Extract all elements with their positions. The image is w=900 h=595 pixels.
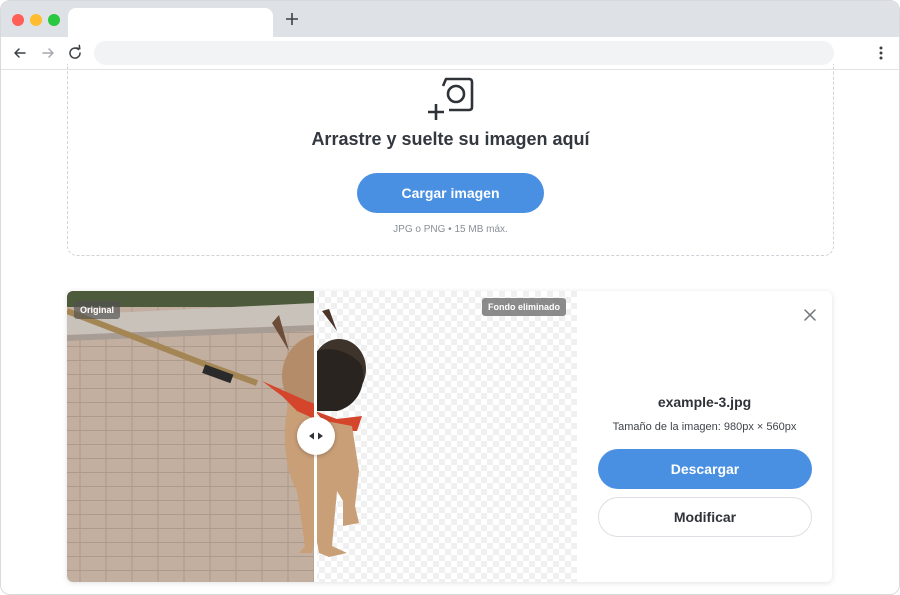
tab-bar <box>1 1 899 37</box>
address-bar[interactable] <box>94 41 834 65</box>
left-right-arrows-icon <box>309 432 323 440</box>
upload-image-button[interactable]: Cargar imagen <box>357 173 544 213</box>
forward-button[interactable] <box>38 43 58 63</box>
close-icon[interactable] <box>803 308 817 322</box>
close-window-button[interactable] <box>12 14 24 26</box>
file-format-hint: JPG o PNG • 15 MB máx. <box>393 224 508 235</box>
browser-tab[interactable] <box>68 8 273 37</box>
result-info-panel: example-3.jpg Tamaño de la imagen: 980px… <box>577 291 832 582</box>
arrow-left-icon <box>14 48 26 58</box>
modify-button[interactable]: Modificar <box>598 497 812 537</box>
drop-zone[interactable]: Arrastre y suelte su imagen aquí Cargar … <box>67 64 834 256</box>
background-removed-photo <box>315 291 577 582</box>
maximize-window-button[interactable] <box>48 14 60 26</box>
more-vertical-icon <box>879 46 883 60</box>
minimize-window-button[interactable] <box>30 14 42 26</box>
reload-button[interactable] <box>65 43 85 63</box>
new-tab-button[interactable] <box>282 9 302 29</box>
add-photo-icon <box>428 77 474 120</box>
reload-icon <box>69 44 81 59</box>
page-content: Arrastre y suelte su imagen aquí Cargar … <box>1 64 899 594</box>
background-removed-badge: Fondo eliminado <box>482 298 566 316</box>
browser-menu-button[interactable] <box>871 43 891 63</box>
plus-icon <box>286 13 298 25</box>
file-name: example-3.jpg <box>657 394 752 410</box>
arrow-right-icon <box>42 48 54 58</box>
browser-window: Arrastre y suelte su imagen aquí Cargar … <box>0 0 900 595</box>
comparison-slider-handle[interactable] <box>297 417 335 455</box>
image-size: Tamaño de la imagen: 980px × 560px <box>612 421 797 433</box>
drop-title: Arrastre y suelte su imagen aquí <box>311 129 590 149</box>
result-card: Original Fondo eliminado example-3.jpg T… <box>67 291 832 582</box>
download-button[interactable]: Descargar <box>598 449 812 489</box>
back-button[interactable] <box>10 43 30 63</box>
original-badge: Original <box>74 301 121 319</box>
